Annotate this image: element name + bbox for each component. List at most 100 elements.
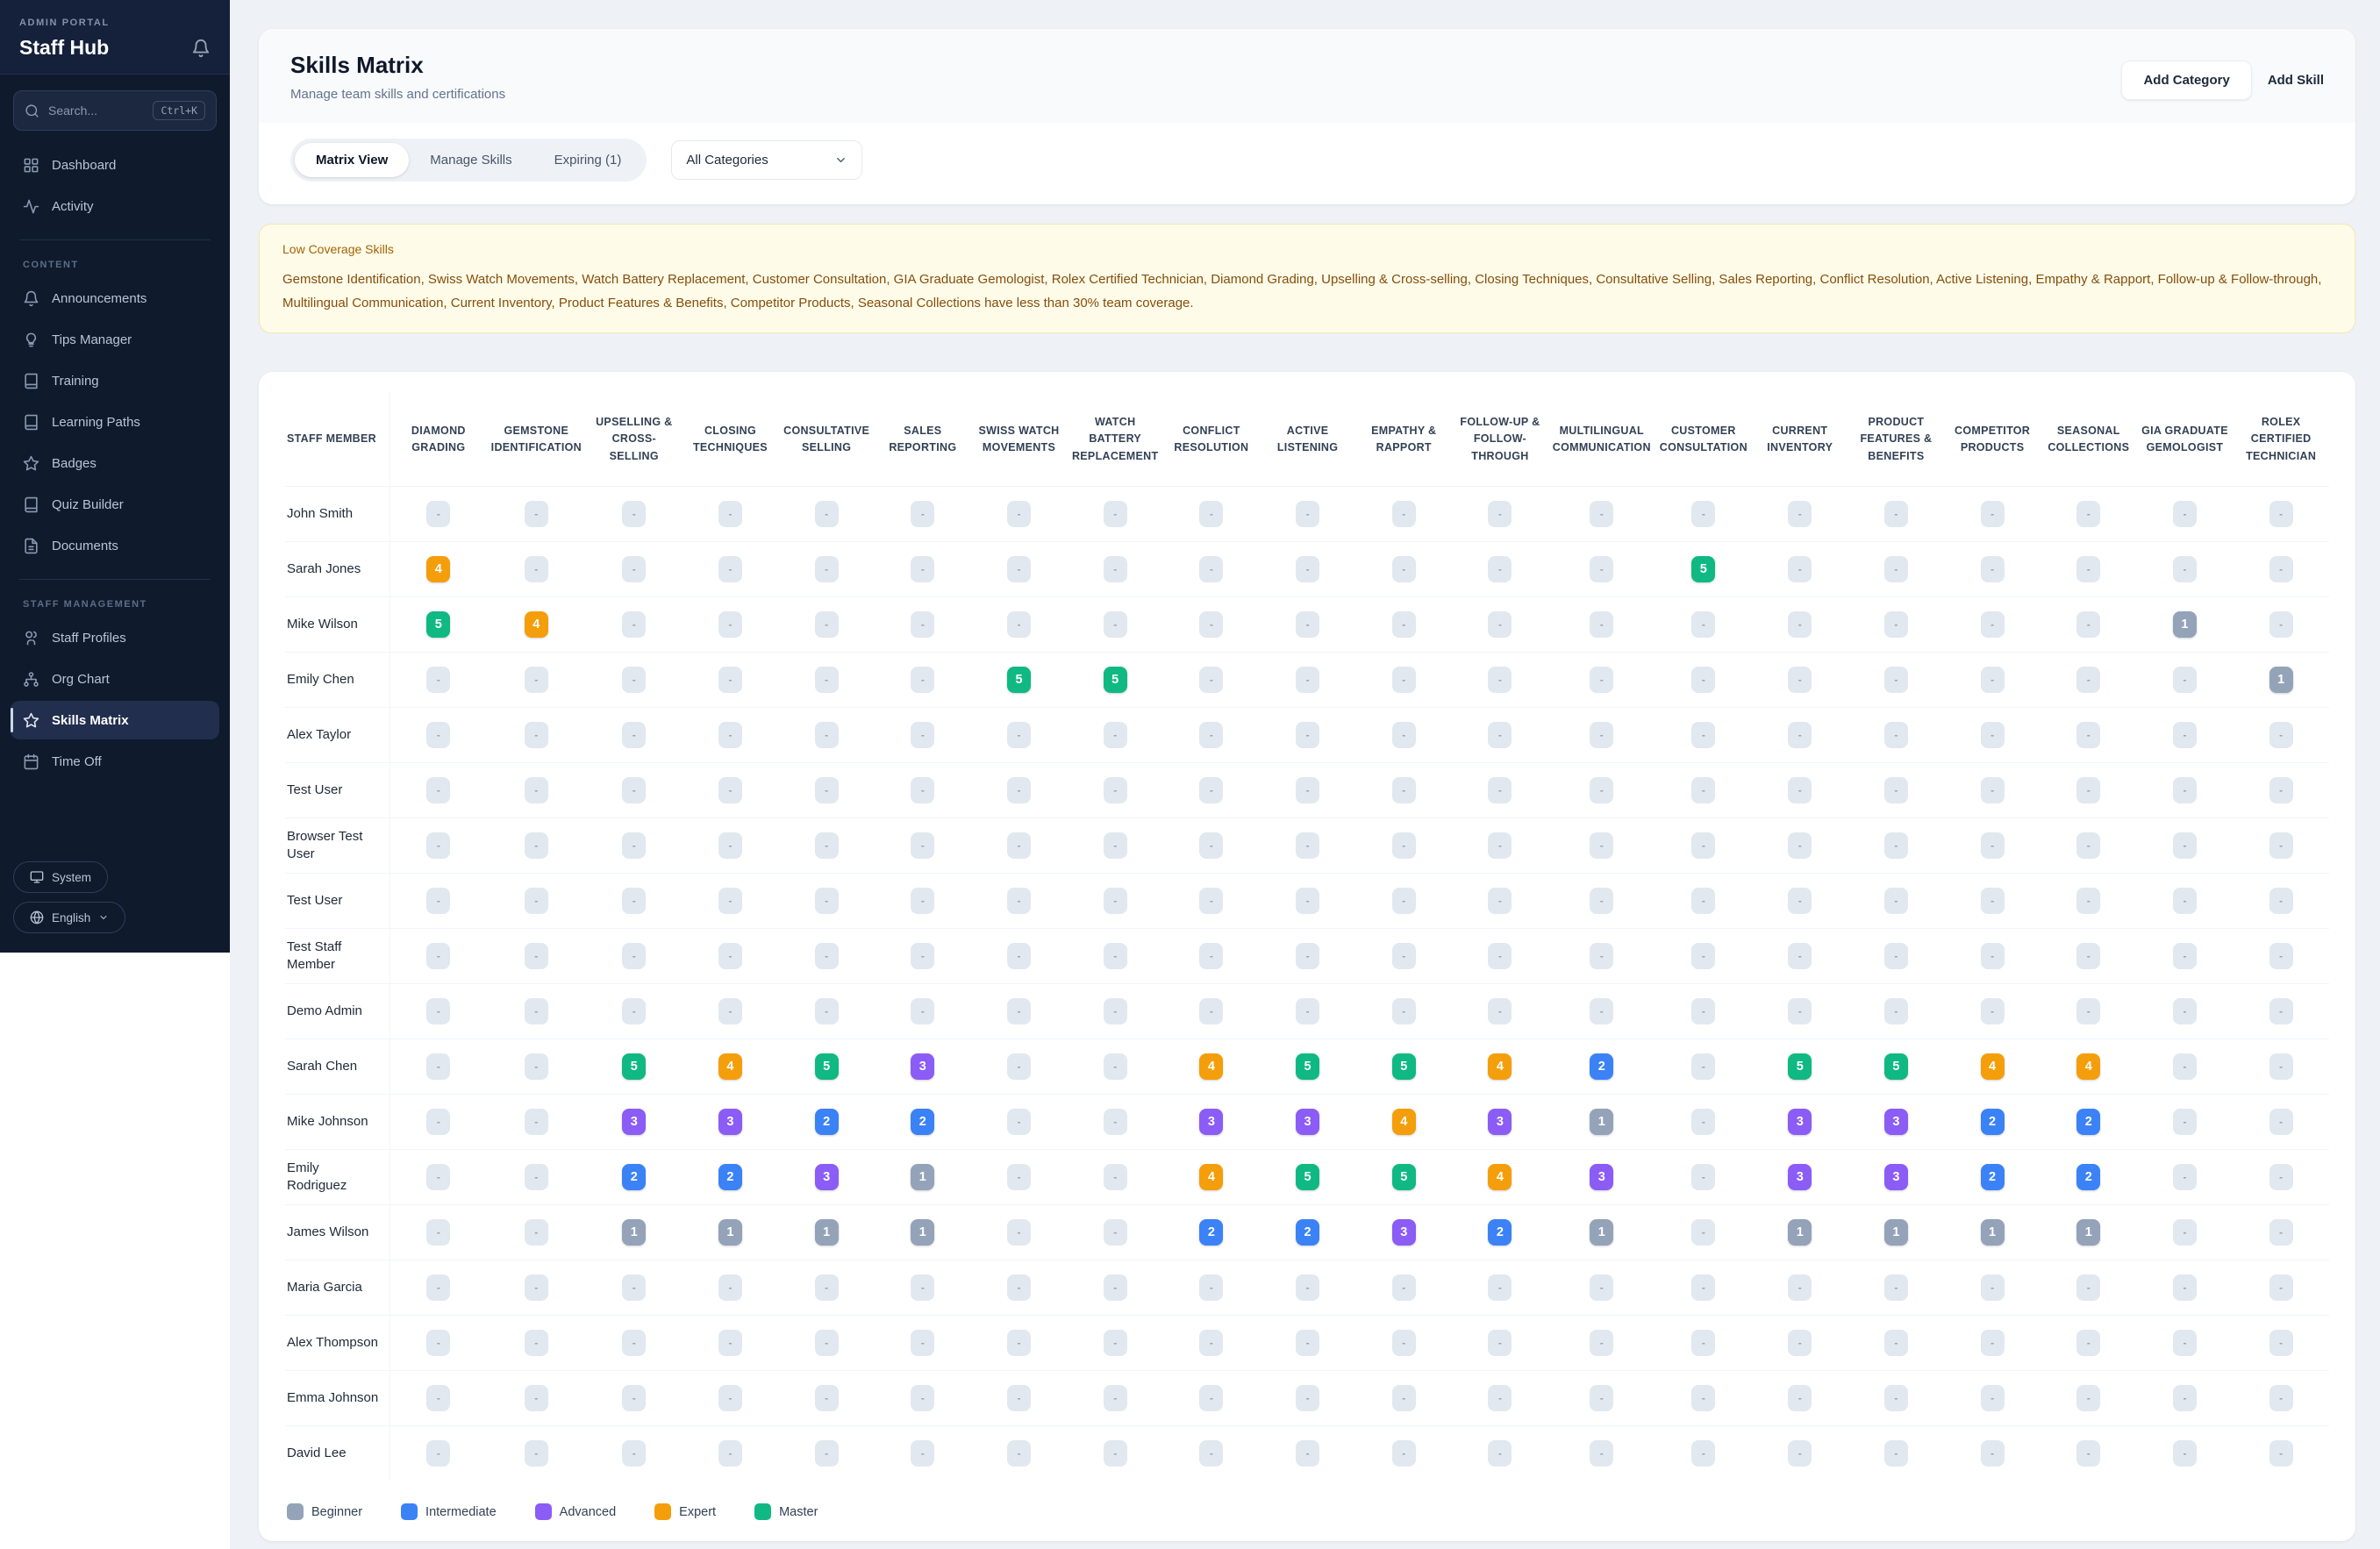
tab-matrix-view[interactable]: Matrix View <box>295 143 410 177</box>
skill-level-cell[interactable]: 5 <box>585 1039 683 1094</box>
skill-level-cell[interactable]: 3 <box>1163 1094 1260 1149</box>
skill-level-cell[interactable]: - <box>2136 873 2233 928</box>
skill-level-cell[interactable]: - <box>1259 983 1356 1039</box>
skill-level-cell[interactable]: - <box>1944 486 2041 541</box>
skill-level-cell[interactable]: - <box>390 1039 487 1094</box>
skill-level-cell[interactable]: - <box>682 817 779 873</box>
skill-level-cell[interactable]: - <box>1067 1039 1164 1094</box>
skill-level-cell[interactable]: - <box>1655 707 1752 762</box>
skill-level-cell[interactable]: - <box>585 817 683 873</box>
skill-level-cell[interactable]: - <box>1259 652 1356 707</box>
skill-level-cell[interactable]: - <box>1452 873 1548 928</box>
skill-level-cell[interactable]: 3 <box>1751 1149 1848 1204</box>
skill-level-cell[interactable]: - <box>486 1425 586 1481</box>
sidebar-item-staff-profiles[interactable]: Staff Profiles <box>11 618 219 657</box>
skill-level-cell[interactable]: - <box>778 983 875 1039</box>
skill-level-cell[interactable]: - <box>2233 1260 2329 1315</box>
skill-level-cell[interactable]: - <box>486 762 586 817</box>
search-input[interactable]: Search... Ctrl+K <box>13 90 217 131</box>
skill-level-cell[interactable]: - <box>970 762 1068 817</box>
skill-level-cell[interactable]: - <box>2040 1425 2137 1481</box>
skill-level-cell[interactable]: 5 <box>1067 652 1164 707</box>
skill-level-cell[interactable]: - <box>1355 873 1453 928</box>
skill-level-cell[interactable]: - <box>778 762 875 817</box>
skill-level-cell[interactable]: - <box>1067 1315 1164 1370</box>
skill-level-cell[interactable]: - <box>2233 1094 2329 1149</box>
skill-level-cell[interactable]: - <box>2040 1370 2137 1425</box>
skill-level-cell[interactable]: - <box>486 707 586 762</box>
skill-level-cell[interactable]: - <box>682 928 779 983</box>
skill-level-cell[interactable]: - <box>970 1204 1068 1260</box>
skill-level-cell[interactable]: - <box>390 1094 487 1149</box>
skill-level-cell[interactable]: - <box>1655 762 1752 817</box>
skill-level-cell[interactable]: - <box>1751 873 1848 928</box>
skill-level-cell[interactable]: - <box>875 707 971 762</box>
skill-level-cell[interactable]: 1 <box>2040 1204 2137 1260</box>
skill-level-cell[interactable]: - <box>1547 1370 1655 1425</box>
skill-level-cell[interactable]: - <box>1259 486 1356 541</box>
skill-level-cell[interactable]: - <box>1848 1370 1945 1425</box>
skill-level-cell[interactable]: - <box>486 652 586 707</box>
skill-level-cell[interactable]: - <box>970 1425 1068 1481</box>
skill-level-cell[interactable]: - <box>1163 817 1260 873</box>
skill-level-cell[interactable]: 2 <box>1452 1204 1548 1260</box>
sidebar-item-badges[interactable]: Badges <box>11 444 219 482</box>
skill-level-cell[interactable]: 2 <box>875 1094 971 1149</box>
skill-level-cell[interactable]: 2 <box>2040 1094 2137 1149</box>
skill-level-cell[interactable]: - <box>1547 486 1655 541</box>
skill-level-cell[interactable]: - <box>682 873 779 928</box>
sidebar-item-activity[interactable]: Activity <box>11 187 219 225</box>
skill-level-cell[interactable]: - <box>778 707 875 762</box>
skill-level-cell[interactable]: - <box>1944 652 2041 707</box>
skill-level-cell[interactable]: - <box>486 817 586 873</box>
skill-level-cell[interactable]: - <box>2040 1315 2137 1370</box>
skill-level-cell[interactable]: - <box>1751 486 1848 541</box>
skill-level-cell[interactable]: 4 <box>1163 1039 1260 1094</box>
skill-level-cell[interactable]: - <box>390 1315 487 1370</box>
skill-level-cell[interactable]: - <box>1452 486 1548 541</box>
sidebar-item-time-off[interactable]: Time Off <box>11 742 219 781</box>
skill-level-cell[interactable]: - <box>2040 983 2137 1039</box>
skill-level-cell[interactable]: - <box>1163 762 1260 817</box>
skill-level-cell[interactable]: - <box>2040 652 2137 707</box>
skill-level-cell[interactable]: - <box>390 983 487 1039</box>
skill-level-cell[interactable]: - <box>1944 541 2041 596</box>
skill-level-cell[interactable]: 3 <box>1848 1094 1945 1149</box>
skill-level-cell[interactable]: 1 <box>1547 1204 1655 1260</box>
skill-level-cell[interactable]: - <box>1355 541 1453 596</box>
skill-level-cell[interactable]: - <box>1751 707 1848 762</box>
skill-level-cell[interactable]: 2 <box>1547 1039 1655 1094</box>
skill-level-cell[interactable]: - <box>2040 1260 2137 1315</box>
skill-level-cell[interactable]: - <box>1355 707 1453 762</box>
skill-level-cell[interactable]: 1 <box>2233 652 2329 707</box>
skill-level-cell[interactable]: - <box>1751 596 1848 652</box>
skill-level-cell[interactable]: - <box>875 1370 971 1425</box>
skill-level-cell[interactable]: - <box>1452 1370 1548 1425</box>
skill-level-cell[interactable]: - <box>1751 817 1848 873</box>
skill-level-cell[interactable]: - <box>1655 1315 1752 1370</box>
skill-level-cell[interactable]: - <box>2233 1204 2329 1260</box>
skill-level-cell[interactable]: - <box>1751 762 1848 817</box>
skill-level-cell[interactable]: - <box>1751 1315 1848 1370</box>
skill-level-cell[interactable]: - <box>2136 486 2233 541</box>
skill-level-cell[interactable]: - <box>486 1039 586 1094</box>
skill-level-cell[interactable]: - <box>2233 541 2329 596</box>
skill-level-cell[interactable]: - <box>1259 928 1356 983</box>
skill-level-cell[interactable]: - <box>1547 652 1655 707</box>
skill-level-cell[interactable]: - <box>1944 1260 2041 1315</box>
skill-level-cell[interactable]: - <box>1944 596 2041 652</box>
skill-level-cell[interactable]: - <box>585 541 683 596</box>
skill-level-cell[interactable]: - <box>2233 486 2329 541</box>
skill-level-cell[interactable]: - <box>2040 873 2137 928</box>
skill-level-cell[interactable]: 3 <box>875 1039 971 1094</box>
skill-level-cell[interactable]: - <box>1848 873 1945 928</box>
skill-level-cell[interactable]: - <box>2233 707 2329 762</box>
skill-level-cell[interactable]: - <box>1067 873 1164 928</box>
skill-level-cell[interactable]: - <box>1355 652 1453 707</box>
skill-level-cell[interactable]: - <box>486 1260 586 1315</box>
skill-level-cell[interactable]: - <box>1655 873 1752 928</box>
skill-level-cell[interactable]: - <box>1547 707 1655 762</box>
skill-level-cell[interactable]: - <box>2233 1315 2329 1370</box>
category-filter-select[interactable]: All Categories <box>671 140 863 180</box>
skill-level-cell[interactable]: 5 <box>1848 1039 1945 1094</box>
